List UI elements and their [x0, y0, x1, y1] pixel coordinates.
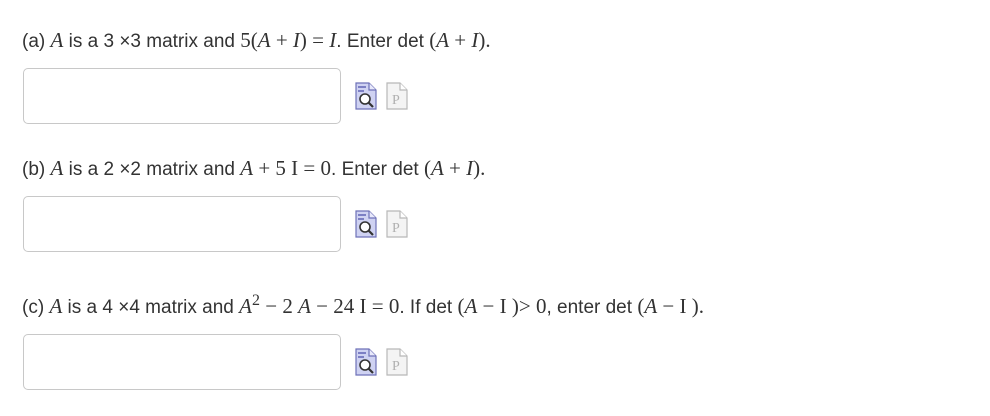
- question-label: (a): [22, 31, 46, 52]
- answer-row: P: [22, 334, 704, 390]
- answer-input-b[interactable]: [23, 196, 341, 252]
- equation-help-icon[interactable]: P: [385, 348, 409, 376]
- math-expression: 5(: [240, 28, 258, 52]
- preview-answer-icon[interactable]: [354, 210, 378, 238]
- question-prompt: (c) A is a 4 ×4 matrix and A2 − 2 A − 24…: [22, 288, 704, 321]
- math-expression: A: [50, 156, 64, 180]
- prompt-text: . Enter det: [336, 31, 430, 52]
- math-expression: − I ).: [657, 294, 704, 318]
- question-label: (c): [22, 297, 45, 318]
- math-expression: A: [644, 294, 658, 318]
- math-expression: A: [50, 28, 64, 52]
- math-expression: A: [298, 294, 311, 318]
- math-expression: +: [449, 28, 472, 52]
- math-expression: − 2: [260, 294, 299, 318]
- prompt-text: is a 2 ×2 matrix and: [63, 159, 241, 180]
- preview-answer-icon[interactable]: [354, 348, 378, 376]
- math-expression: + 5 I = 0: [253, 156, 332, 180]
- prompt-text: is a 3 ×3 matrix and: [63, 31, 241, 52]
- math-expression: (: [423, 156, 431, 180]
- math-expression: A: [430, 156, 444, 180]
- question-prompt: (a) A is a 3 ×3 matrix and 5(A + I) = I.…: [22, 27, 491, 55]
- math-expression: A: [239, 294, 252, 318]
- math-expression: +: [443, 156, 467, 180]
- math-expression: A: [257, 28, 271, 52]
- question-text: A is a 3 ×3 matrix and 5(A + I) = I. Ent…: [50, 28, 491, 52]
- math-expression: I: [292, 28, 300, 52]
- question-b: (b) A is a 2 ×2 matrix and A + 5 I = 0. …: [22, 155, 485, 252]
- equation-help-icon[interactable]: P: [385, 210, 409, 238]
- prompt-text: is a 4 ×4 matrix and: [62, 297, 240, 318]
- math-exponent: 2: [252, 292, 260, 309]
- math-expression: ).: [473, 156, 486, 180]
- preview-answer-icon[interactable]: [354, 82, 378, 110]
- question-a: (a) A is a 3 ×3 matrix and 5(A + I) = I.…: [22, 27, 491, 124]
- svg-text:P: P: [392, 221, 400, 236]
- equation-help-icon[interactable]: P: [385, 82, 409, 110]
- question-c: (c) A is a 4 ×4 matrix and A2 − 2 A − 24…: [22, 288, 704, 390]
- question-text: A is a 4 ×4 matrix and A2 − 2 A − 24 I =…: [49, 292, 704, 318]
- math-expression: A: [464, 294, 478, 318]
- prompt-text: . Enter det: [331, 159, 424, 180]
- math-expression: ) =: [299, 28, 330, 52]
- math-expression: A: [240, 156, 254, 180]
- prompt-text: , enter det: [546, 297, 638, 318]
- answer-row: P: [22, 68, 491, 124]
- question-prompt: (b) A is a 2 ×2 matrix and A + 5 I = 0. …: [22, 155, 485, 183]
- math-expression: A: [436, 28, 450, 52]
- math-expression: A: [49, 294, 63, 318]
- question-label: (b): [22, 159, 46, 180]
- math-expression: − 24 I = 0: [310, 294, 400, 318]
- math-expression: +: [270, 28, 293, 52]
- prompt-text: . If det: [399, 297, 458, 318]
- math-expression: − I )> 0: [477, 294, 547, 318]
- answer-input-c[interactable]: [23, 334, 341, 390]
- math-expression: ).: [478, 28, 491, 52]
- svg-text:P: P: [392, 93, 400, 108]
- question-text: A is a 2 ×2 matrix and A + 5 I = 0. Ente…: [50, 156, 486, 180]
- answer-row: P: [22, 196, 485, 252]
- answer-input-a[interactable]: [23, 68, 341, 124]
- svg-text:P: P: [392, 359, 400, 374]
